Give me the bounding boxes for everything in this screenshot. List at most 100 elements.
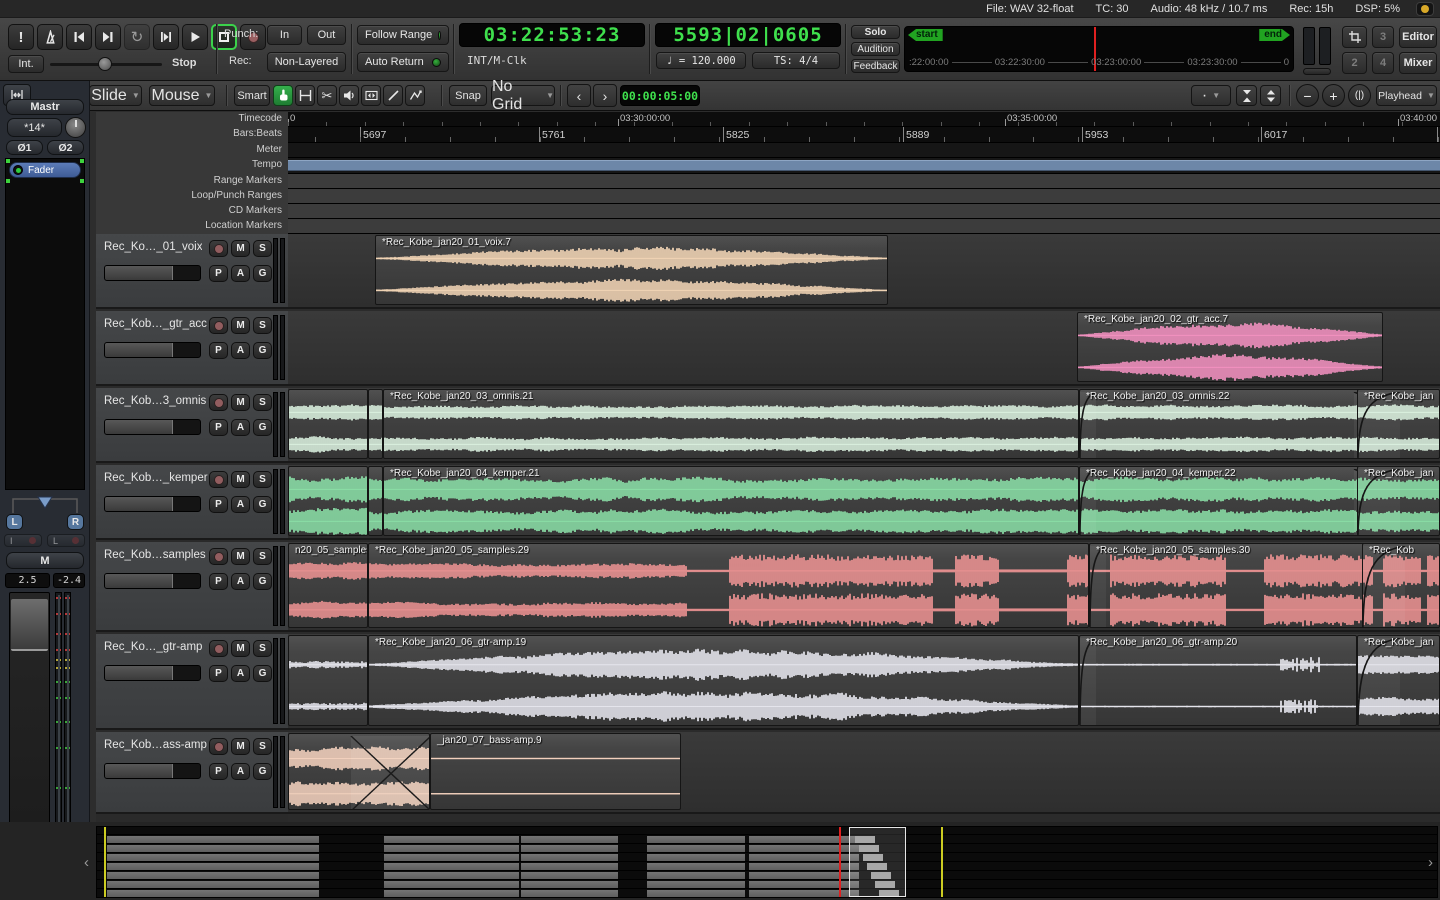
track-lane[interactable]: _jan20_07_bass-amp.9 xyxy=(288,732,1440,814)
status-led-button[interactable] xyxy=(1416,2,1434,16)
audio-region[interactable]: *Rec_Kob xyxy=(1362,543,1440,628)
track-header[interactable]: Rec_Kob…_gtr_accMSPAG xyxy=(96,311,288,386)
ruler-row-loop-punch-ranges[interactable] xyxy=(288,189,1440,204)
audition-tool-button[interactable] xyxy=(339,85,359,106)
summary-scroll-right-button[interactable]: › xyxy=(1428,854,1433,871)
range-tool-button[interactable] xyxy=(295,85,315,106)
summary-playhead[interactable] xyxy=(839,827,841,898)
track-name-label[interactable]: Rec_Kob…samples xyxy=(104,549,206,561)
track-lane[interactable]: *Rec_Kobe_jan20_03_omnis.21*Rec_Kobe_jan… xyxy=(288,388,1440,463)
master-name-button[interactable]: Mastr xyxy=(6,99,84,115)
track-playlist-button[interactable]: P xyxy=(209,265,228,282)
track-automation-button[interactable]: A xyxy=(231,265,250,282)
primary-clock-source[interactable]: INT/M-Clk xyxy=(467,54,527,67)
shuttle-slider[interactable] xyxy=(50,57,162,71)
pan-left-button[interactable]: L xyxy=(6,514,23,530)
midi-panic-button[interactable]: ! xyxy=(8,24,34,50)
track-playlist-button[interactable]: P xyxy=(209,665,228,682)
track-gain-slider[interactable] xyxy=(104,573,201,589)
track-solo-button[interactable]: S xyxy=(253,240,272,257)
loop-button[interactable]: ↻ xyxy=(124,24,150,50)
audio-region[interactable]: *Rec_Kobe_jan20_04_kemper.21 xyxy=(383,466,1079,536)
track-automation-button[interactable]: A xyxy=(231,573,250,590)
solo-button[interactable]: Solo xyxy=(851,25,900,39)
window-3-button[interactable]: 3 xyxy=(1372,26,1394,48)
track-solo-button[interactable]: S xyxy=(253,548,272,565)
master-trim-knob[interactable] xyxy=(65,117,86,138)
track-playlist-button[interactable]: P xyxy=(209,342,228,359)
zoom-focus-playhead-dropdown[interactable]: Playhead▼ xyxy=(1376,85,1437,106)
cut-tool-button[interactable]: ✂ xyxy=(317,85,337,106)
track-mute-button[interactable]: M xyxy=(231,394,250,411)
track-gain-slider[interactable] xyxy=(104,763,201,779)
audio-region[interactable] xyxy=(288,466,368,536)
track-mute-button[interactable]: M xyxy=(231,240,250,257)
metronome-button[interactable] xyxy=(37,24,63,50)
track-solo-button[interactable]: S xyxy=(253,471,272,488)
audio-region[interactable] xyxy=(368,389,383,459)
audio-region[interactable] xyxy=(288,733,430,810)
summary-view-rectangle[interactable] xyxy=(849,827,906,897)
follow-range-button[interactable]: Follow Range xyxy=(357,25,449,45)
track-name-label[interactable]: Rec_Ko…_01_voix xyxy=(104,241,202,253)
track-mute-button[interactable]: M xyxy=(231,640,250,657)
track-playlist-button[interactable]: P xyxy=(209,419,228,436)
nudge-back-button[interactable]: ‹ xyxy=(567,84,591,107)
track-group-button[interactable]: G xyxy=(253,665,272,682)
window-2-button[interactable]: 2 xyxy=(1342,52,1367,74)
audio-region[interactable]: *Rec_Kobe_jan20_01_voix.7 xyxy=(375,235,888,305)
phase-invert-1-button[interactable]: Ø1 xyxy=(6,140,43,155)
peak-value-display[interactable]: -2.4 xyxy=(53,573,85,588)
track-lane[interactable]: *Rec_Kobe_jan20_02_gtr_acc.7 xyxy=(288,311,1440,386)
zoom-focus-dropdown[interactable]: ·▼ xyxy=(1191,85,1231,106)
shuttle-thumb[interactable] xyxy=(98,57,112,71)
track-lane[interactable]: *Rec_Kobe_jan20_01_voix.7 xyxy=(288,234,1440,309)
track-automation-button[interactable]: A xyxy=(231,665,250,682)
track-rec-arm-button[interactable] xyxy=(209,738,228,755)
punch-out-button[interactable]: Out xyxy=(307,25,346,45)
track-automation-button[interactable]: A xyxy=(231,342,250,359)
track-rec-arm-button[interactable] xyxy=(209,317,228,334)
fader-processor-entry[interactable]: Fader xyxy=(9,162,81,178)
track-gain-slider[interactable] xyxy=(104,265,201,281)
track-header[interactable]: Rec_Ko…_01_voixMSPAG xyxy=(96,234,288,309)
phase-invert-2-button[interactable]: Ø2 xyxy=(47,140,84,155)
mixer-button[interactable]: Mixer xyxy=(1399,52,1437,74)
feedback-button[interactable]: Feedback xyxy=(851,59,900,73)
summary-strip[interactable] xyxy=(96,826,1438,898)
track-gain-slider[interactable] xyxy=(104,342,201,358)
zoom-to-session-button[interactable]: (|) xyxy=(1348,84,1371,107)
audio-region[interactable]: n20_05_samples. xyxy=(288,543,368,628)
track-playlist-button[interactable]: P xyxy=(209,496,228,513)
secondary-clock[interactable]: 5593|02|0605 xyxy=(655,23,841,47)
pan-right-button[interactable]: R xyxy=(67,514,84,530)
nudge-forward-button[interactable]: › xyxy=(593,84,617,107)
audio-region[interactable]: *Rec_Kobe_jan20_06_gtr-amp.19 xyxy=(368,635,1079,726)
track-group-button[interactable]: G xyxy=(253,496,272,513)
ruler-row-range-markers[interactable] xyxy=(288,174,1440,189)
track-canvas[interactable]: *Rec_Kobe_jan20_01_voix.7*Rec_Kobe_jan20… xyxy=(288,234,1440,822)
track-gain-slider[interactable] xyxy=(104,665,201,681)
monitor-dim-button[interactable] xyxy=(1303,68,1331,75)
audio-region[interactable]: *Rec_Kobe_jan20_03_omnis.22 xyxy=(1079,389,1393,459)
goto-start-button[interactable] xyxy=(66,24,92,50)
auto-return-button[interactable]: Auto Return xyxy=(357,52,449,72)
track-rec-arm-button[interactable] xyxy=(209,471,228,488)
track-solo-button[interactable]: S xyxy=(253,317,272,334)
ruler-row-meter[interactable] xyxy=(288,143,1440,158)
summary-scroll-left-button[interactable]: ‹ xyxy=(84,854,89,871)
ruler-row-tempo[interactable] xyxy=(288,158,1440,174)
tempo-bar[interactable] xyxy=(288,160,1440,171)
edit-automation-tool-button[interactable] xyxy=(405,85,425,106)
track-mute-button[interactable]: M xyxy=(231,471,250,488)
timesig-button[interactable]: TS: 4/4 xyxy=(752,52,840,69)
smart-mode-button[interactable]: Smart xyxy=(234,85,270,106)
ruler-area[interactable]: 003:30:00:0003:35:00:0003:40:00569757615… xyxy=(288,112,1440,234)
zoom-out-button[interactable]: − xyxy=(1296,84,1319,107)
track-rec-arm-button[interactable] xyxy=(209,640,228,657)
track-header[interactable]: Rec_Kob…samplesMSPAG xyxy=(96,542,288,632)
tempo-button[interactable]: ♩ = 120.000 xyxy=(656,52,746,69)
track-rec-arm-button[interactable] xyxy=(209,240,228,257)
audio-region[interactable]: *Rec_Kobe_jan20_04_kemper.22 xyxy=(1079,466,1393,536)
ruler-row-timecode[interactable]: 003:30:00:0003:35:00:0003:40:00 xyxy=(288,112,1440,127)
